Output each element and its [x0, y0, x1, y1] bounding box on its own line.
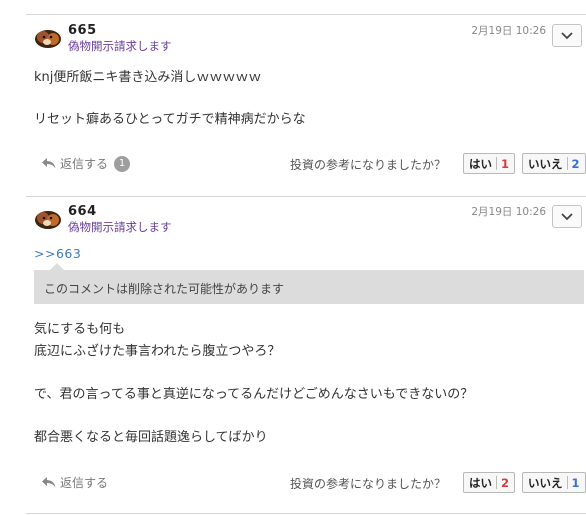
- reply-label: 返信する: [60, 476, 109, 490]
- yes-label: はい: [469, 156, 492, 171]
- reply-button[interactable]: 返信する 1: [42, 155, 131, 172]
- comment-text-line: で、君の言ってる事と真逆になってるんだけどごめんなさいもできないの？: [34, 387, 474, 402]
- comment-664: 664 偽物開示請求します 2月19日 10:26 >>663 このコメントは削…: [26, 197, 586, 515]
- comment-text-line: リセット癖あるひとってガチで精神病だからな: [34, 112, 306, 127]
- helpful-question: 投資の参考になりましたか？: [290, 158, 447, 172]
- yes-count: 2: [501, 475, 510, 490]
- avatar[interactable]: [34, 208, 62, 230]
- chevron-down-icon: [561, 212, 573, 220]
- comment-text-line: 都合悪くなると毎回話題逸らしてばかり: [34, 430, 268, 445]
- no-label: いいえ: [528, 475, 563, 490]
- divider: [26, 513, 586, 514]
- avatar[interactable]: [34, 27, 62, 49]
- reply-arrow-icon: [42, 158, 56, 169]
- comment-date: 2月19日 10:26: [471, 25, 546, 37]
- helpful-question: 投資の参考になりましたか？: [290, 477, 447, 491]
- deleted-comment-notice: このコメントは削除された可能性があります: [34, 263, 584, 304]
- reply-arrow-icon: [42, 477, 56, 488]
- no-label: いいえ: [528, 156, 563, 171]
- comment-text-line: knj便所飯ニキ書き込み消しｗｗｗｗｗ: [34, 70, 262, 85]
- no-count: 1: [571, 475, 580, 490]
- reply-anchor-link[interactable]: >>663: [34, 246, 81, 261]
- yes-count: 1: [501, 156, 510, 171]
- comment-text-line: 気にするも何も: [34, 322, 126, 337]
- reply-label: 返信する: [60, 157, 109, 171]
- report-link[interactable]: 偽物開示請求します: [68, 38, 172, 54]
- reply-button[interactable]: 返信する: [42, 474, 108, 491]
- comment-menu-button[interactable]: [552, 205, 582, 228]
- no-count: 2: [571, 156, 580, 171]
- no-vote-button[interactable]: いいえ 1: [522, 472, 586, 493]
- yes-label: はい: [469, 475, 492, 490]
- chevron-down-icon: [561, 31, 573, 39]
- report-link[interactable]: 偽物開示請求します: [68, 219, 172, 235]
- comment-text-line: 底辺にふざけた事言われたら腹立つやろ？: [34, 344, 281, 359]
- comment-665: 665 偽物開示請求します 2月19日 10:26 knj便所飯ニキ書き込み消し…: [26, 15, 586, 196]
- comment-number: 664: [68, 204, 97, 219]
- comment-date: 2月19日 10:26: [471, 206, 546, 218]
- yes-vote-button[interactable]: はい 2: [463, 472, 516, 493]
- no-vote-button[interactable]: いいえ 2: [522, 153, 586, 174]
- reply-count-badge: 1: [114, 155, 131, 172]
- comment-number: 665: [68, 23, 97, 38]
- deleted-notice-text: このコメントは削除された可能性があります: [44, 282, 285, 296]
- comment-menu-button[interactable]: [552, 24, 582, 47]
- yes-vote-button[interactable]: はい 1: [463, 153, 516, 174]
